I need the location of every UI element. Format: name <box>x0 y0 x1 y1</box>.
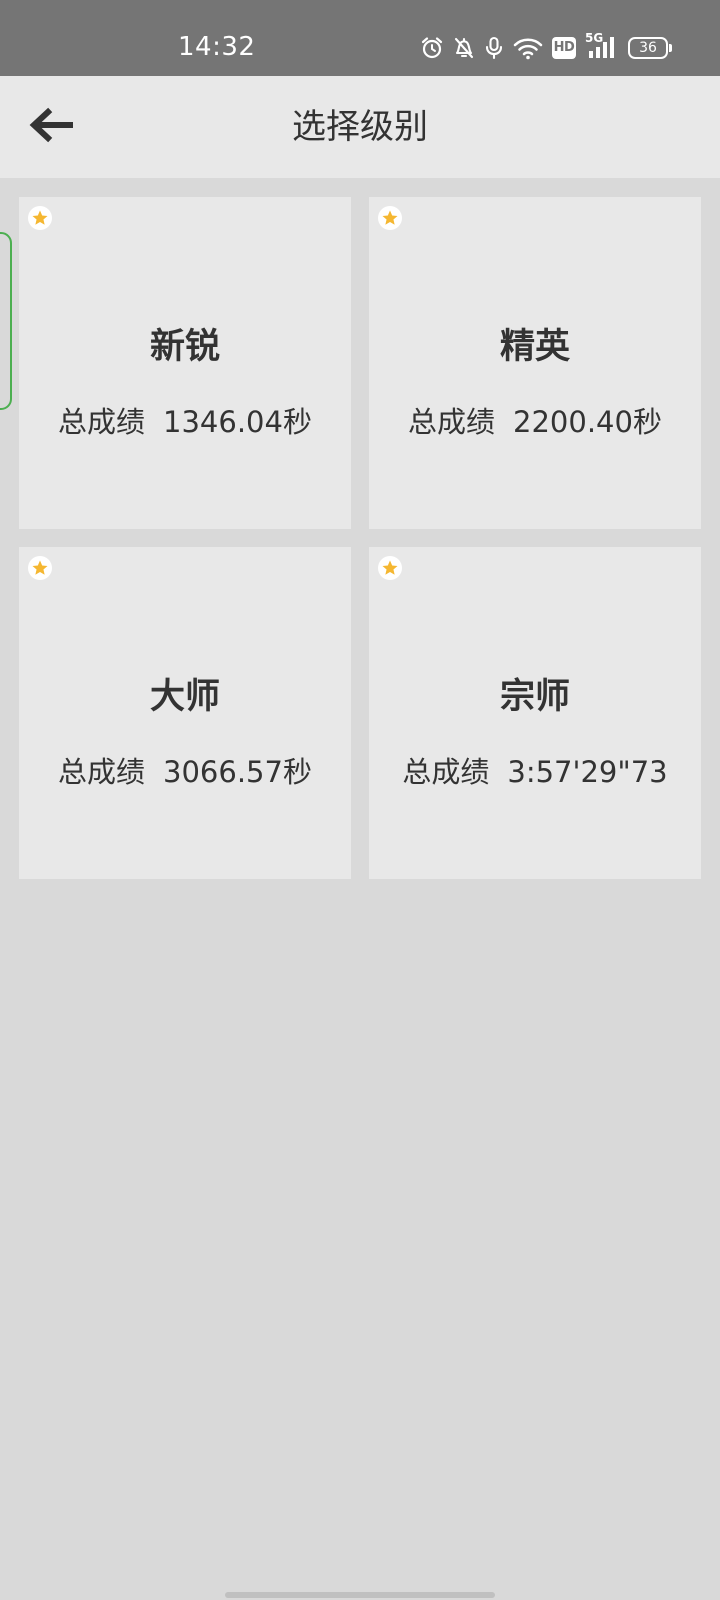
home-indicator[interactable] <box>225 1592 495 1598</box>
arrow-left-icon <box>28 107 74 147</box>
level-card-zongshi[interactable]: 宗师 总成绩 3:57'29"73 <box>369 547 701 879</box>
level-name: 大师 <box>149 677 220 717</box>
level-name: 新锐 <box>149 327 220 367</box>
star-icon <box>378 206 402 230</box>
level-name: 精英 <box>499 327 570 367</box>
level-score: 总成绩 3:57'29"73 <box>369 753 701 791</box>
score-value: 3:57'29"73 <box>507 755 668 789</box>
star-icon <box>28 556 52 580</box>
score-value: 3066.57秒 <box>163 755 312 789</box>
page-title: 选择级别 <box>292 107 428 147</box>
score-label: 总成绩 <box>402 755 490 789</box>
score-label: 总成绩 <box>408 405 496 439</box>
level-card-xinrui[interactable]: 新锐 总成绩 1346.04秒 <box>19 197 351 529</box>
level-card-jingying[interactable]: 精英 总成绩 2200.40秒 <box>369 197 701 529</box>
signal-5g-icon: 5G <box>585 32 619 61</box>
level-score: 总成绩 3066.57秒 <box>19 753 351 791</box>
status-time: 14:32 <box>178 32 256 62</box>
bell-off-icon <box>453 36 475 60</box>
level-score: 总成绩 1346.04秒 <box>19 403 351 441</box>
level-name: 宗师 <box>499 677 570 717</box>
status-bar: 14:32 HD 5G 36 <box>0 0 720 76</box>
app-bar: 选择级别 <box>0 76 720 178</box>
wifi-icon <box>513 36 543 60</box>
level-card-dashi[interactable]: 大师 总成绩 3066.57秒 <box>19 547 351 879</box>
microphone-icon <box>484 36 504 60</box>
hd-icon: HD <box>552 37 576 59</box>
score-label: 总成绩 <box>58 755 146 789</box>
status-icons: HD 5G 36 <box>420 32 672 63</box>
level-score: 总成绩 2200.40秒 <box>369 403 701 441</box>
star-icon <box>28 206 52 230</box>
score-value: 2200.40秒 <box>513 405 662 439</box>
alarm-icon <box>420 36 444 60</box>
star-icon <box>378 556 402 580</box>
score-label: 总成绩 <box>58 405 146 439</box>
score-value: 1346.04秒 <box>163 405 312 439</box>
battery-icon: 36 <box>628 37 672 59</box>
edge-panel-handle[interactable] <box>0 232 12 410</box>
back-button[interactable] <box>22 100 80 154</box>
